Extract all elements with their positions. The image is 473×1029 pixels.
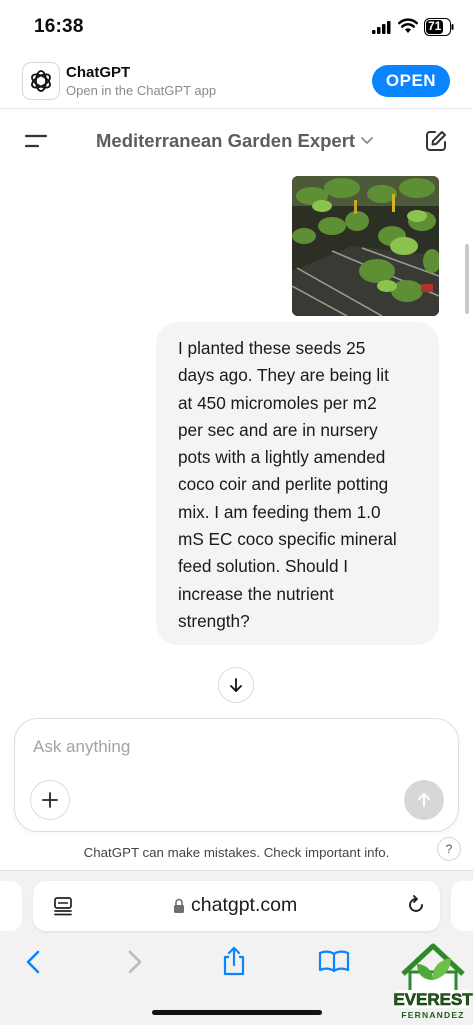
address-bar[interactable]: chatgpt.com bbox=[33, 881, 440, 931]
wifi-icon bbox=[398, 18, 418, 33]
bookmarks-icon[interactable] bbox=[318, 949, 350, 973]
new-chat-icon[interactable] bbox=[424, 129, 448, 153]
message-composer bbox=[14, 718, 459, 832]
app-banner: ChatGPT Open in the ChatGPT app OPEN bbox=[0, 52, 473, 109]
share-icon[interactable] bbox=[221, 945, 247, 977]
arrow-up-icon bbox=[418, 793, 430, 807]
home-indicator bbox=[152, 1010, 322, 1015]
watermark-line2: FERNANDEZ bbox=[401, 1010, 464, 1020]
arrow-down-icon bbox=[230, 678, 242, 692]
page-menu-icon[interactable] bbox=[53, 896, 73, 916]
chat-title[interactable]: Mediterranean Garden Expert bbox=[96, 130, 355, 152]
send-button[interactable] bbox=[404, 780, 444, 820]
previous-tab-edge[interactable] bbox=[0, 881, 22, 931]
attached-plant-photo[interactable] bbox=[292, 176, 439, 316]
cellular-signal-icon bbox=[372, 21, 391, 34]
app-subtitle: Open in the ChatGPT app bbox=[66, 83, 217, 98]
sidebar-menu-icon[interactable] bbox=[24, 131, 48, 151]
battery-level: 71 bbox=[428, 19, 442, 33]
battery-icon: 71 bbox=[424, 18, 454, 36]
user-message-text: I planted these seeds 25 days ago. They … bbox=[178, 338, 397, 631]
chatgpt-logo-icon bbox=[22, 62, 60, 100]
message-input[interactable] bbox=[33, 737, 393, 757]
scrollbar-thumb[interactable] bbox=[465, 244, 469, 314]
chevron-down-icon[interactable] bbox=[360, 136, 374, 146]
status-time: 16:38 bbox=[34, 16, 84, 37]
plus-icon bbox=[42, 792, 58, 808]
add-attachment-button[interactable] bbox=[30, 780, 70, 820]
scroll-to-bottom-button[interactable] bbox=[218, 667, 254, 703]
watermark-line1: EVEREST bbox=[393, 990, 473, 1009]
user-message-bubble[interactable]: I planted these seeds 25 days ago. They … bbox=[156, 322, 439, 645]
next-tab-edge[interactable] bbox=[451, 881, 473, 931]
lock-icon bbox=[174, 898, 184, 913]
watermark-logo: EVEREST FERNANDEZ bbox=[393, 940, 473, 1024]
disclaimer-text: ChatGPT can make mistakes. Check importa… bbox=[83, 845, 390, 860]
open-app-button[interactable]: OPEN bbox=[372, 65, 450, 97]
app-name: ChatGPT bbox=[66, 64, 131, 81]
url-text: chatgpt.com bbox=[191, 894, 298, 916]
back-arrow-icon[interactable] bbox=[24, 949, 42, 975]
forward-arrow-icon[interactable] bbox=[126, 949, 144, 975]
reload-icon[interactable] bbox=[405, 894, 427, 916]
help-button[interactable]: ? bbox=[437, 837, 461, 861]
